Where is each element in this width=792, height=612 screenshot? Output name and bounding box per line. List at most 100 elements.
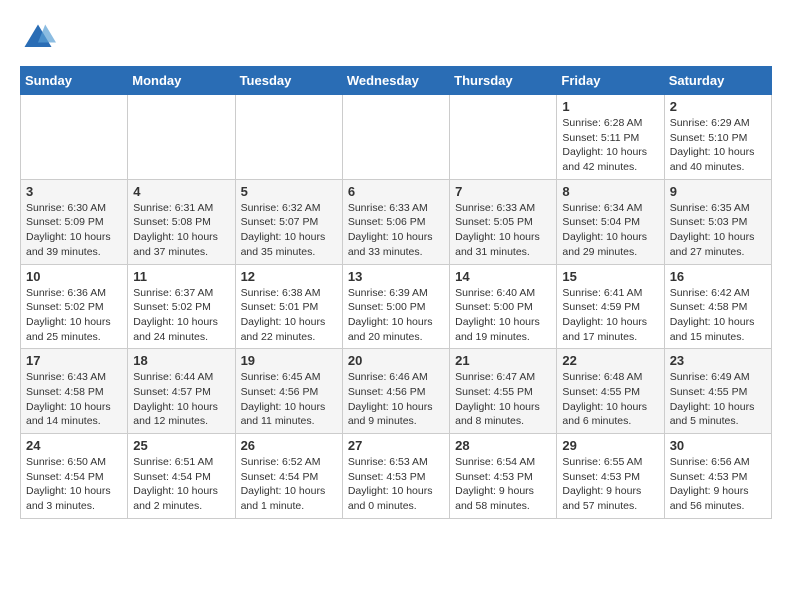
calendar-cell: 12 Sunrise: 6:38 AMSunset: 5:01 PMDayligh… xyxy=(235,264,342,349)
calendar-cell: 3 Sunrise: 6:30 AMSunset: 5:09 PMDaylight… xyxy=(21,179,128,264)
calendar-cell: 28 Sunrise: 6:54 AMSunset: 4:53 PMDayligh… xyxy=(450,434,557,519)
day-number: 21 xyxy=(455,353,551,368)
day-info: Sunrise: 6:29 AMSunset: 5:10 PMDaylight:… xyxy=(670,116,766,175)
day-number: 27 xyxy=(348,438,444,453)
day-info: Sunrise: 6:36 AMSunset: 5:02 PMDaylight:… xyxy=(26,286,122,345)
calendar-cell: 29Sunrise: 6:55 AMSunset: 4:53 PMDayligh… xyxy=(557,434,664,519)
day-info: Sunrise: 6:41 AMSunset: 4:59 PMDaylight:… xyxy=(562,286,658,345)
day-number: 28 xyxy=(455,438,551,453)
calendar: SundayMondayTuesdayWednesdayThursdayFrid… xyxy=(20,66,772,519)
day-info: Sunrise: 6:45 AMSunset: 4:56 PMDaylight:… xyxy=(241,370,337,429)
day-number: 8 xyxy=(562,184,658,199)
calendar-cell: 7Sunrise: 6:33 AMSunset: 5:05 PMDaylight… xyxy=(450,179,557,264)
weekday-header: Saturday xyxy=(664,67,771,95)
calendar-cell: 11 Sunrise: 6:37 AMSunset: 5:02 PMDayligh… xyxy=(128,264,235,349)
calendar-cell: 19 Sunrise: 6:45 AMSunset: 4:56 PMDayligh… xyxy=(235,349,342,434)
calendar-cell xyxy=(21,95,128,180)
calendar-week-row: 3 Sunrise: 6:30 AMSunset: 5:09 PMDaylight… xyxy=(21,179,772,264)
day-info: Sunrise: 6:34 AMSunset: 5:04 PMDaylight:… xyxy=(562,201,658,260)
day-info: Sunrise: 6:40 AMSunset: 5:00 PMDaylight:… xyxy=(455,286,551,345)
day-number: 3 xyxy=(26,184,122,199)
calendar-cell: 22 Sunrise: 6:48 AMSunset: 4:55 PMDayligh… xyxy=(557,349,664,434)
day-info: Sunrise: 6:37 AMSunset: 5:02 PMDaylight:… xyxy=(133,286,229,345)
calendar-cell: 30 Sunrise: 6:56 AMSunset: 4:53 PMDayligh… xyxy=(664,434,771,519)
day-info: Sunrise: 6:33 AMSunset: 5:06 PMDaylight:… xyxy=(348,201,444,260)
day-number: 20 xyxy=(348,353,444,368)
day-number: 12 xyxy=(241,269,337,284)
calendar-cell: 25 Sunrise: 6:51 AMSunset: 4:54 PMDayligh… xyxy=(128,434,235,519)
day-number: 7 xyxy=(455,184,551,199)
day-info: Sunrise: 6:46 AMSunset: 4:56 PMDaylight:… xyxy=(348,370,444,429)
calendar-cell: 9 Sunrise: 6:35 AMSunset: 5:03 PMDaylight… xyxy=(664,179,771,264)
logo xyxy=(20,20,62,56)
day-number: 14 xyxy=(455,269,551,284)
calendar-cell xyxy=(235,95,342,180)
calendar-cell: 1 Sunrise: 6:28 AMSunset: 5:11 PMDaylight… xyxy=(557,95,664,180)
day-number: 5 xyxy=(241,184,337,199)
day-number: 22 xyxy=(562,353,658,368)
day-number: 10 xyxy=(26,269,122,284)
weekday-header: Monday xyxy=(128,67,235,95)
calendar-cell: 17Sunrise: 6:43 AMSunset: 4:58 PMDayligh… xyxy=(21,349,128,434)
day-info: Sunrise: 6:47 AMSunset: 4:55 PMDaylight:… xyxy=(455,370,551,429)
day-info: Sunrise: 6:48 AMSunset: 4:55 PMDaylight:… xyxy=(562,370,658,429)
day-number: 19 xyxy=(241,353,337,368)
calendar-header-row: SundayMondayTuesdayWednesdayThursdayFrid… xyxy=(21,67,772,95)
calendar-cell: 10 Sunrise: 6:36 AMSunset: 5:02 PMDayligh… xyxy=(21,264,128,349)
day-number: 18 xyxy=(133,353,229,368)
day-info: Sunrise: 6:32 AMSunset: 5:07 PMDaylight:… xyxy=(241,201,337,260)
calendar-cell: 20 Sunrise: 6:46 AMSunset: 4:56 PMDayligh… xyxy=(342,349,449,434)
day-info: Sunrise: 6:53 AMSunset: 4:53 PMDaylight:… xyxy=(348,455,444,514)
calendar-cell xyxy=(128,95,235,180)
calendar-cell xyxy=(450,95,557,180)
calendar-cell: 13Sunrise: 6:39 AMSunset: 5:00 PMDayligh… xyxy=(342,264,449,349)
calendar-cell: 16 Sunrise: 6:42 AMSunset: 4:58 PMDayligh… xyxy=(664,264,771,349)
day-number: 15 xyxy=(562,269,658,284)
calendar-cell: 27 Sunrise: 6:53 AMSunset: 4:53 PMDayligh… xyxy=(342,434,449,519)
day-info: Sunrise: 6:54 AMSunset: 4:53 PMDaylight:… xyxy=(455,455,551,514)
calendar-cell xyxy=(342,95,449,180)
page-header xyxy=(20,20,772,56)
day-info: Sunrise: 6:38 AMSunset: 5:01 PMDaylight:… xyxy=(241,286,337,345)
calendar-cell: 2 Sunrise: 6:29 AMSunset: 5:10 PMDaylight… xyxy=(664,95,771,180)
day-number: 25 xyxy=(133,438,229,453)
day-number: 30 xyxy=(670,438,766,453)
day-info: Sunrise: 6:50 AMSunset: 4:54 PMDaylight:… xyxy=(26,455,122,514)
calendar-cell: 21 Sunrise: 6:47 AMSunset: 4:55 PMDayligh… xyxy=(450,349,557,434)
calendar-cell: 14 Sunrise: 6:40 AMSunset: 5:00 PMDayligh… xyxy=(450,264,557,349)
day-number: 16 xyxy=(670,269,766,284)
calendar-week-row: 1 Sunrise: 6:28 AMSunset: 5:11 PMDaylight… xyxy=(21,95,772,180)
calendar-cell: 23 Sunrise: 6:49 AMSunset: 4:55 PMDayligh… xyxy=(664,349,771,434)
calendar-cell: 18 Sunrise: 6:44 AMSunset: 4:57 PMDayligh… xyxy=(128,349,235,434)
weekday-header: Wednesday xyxy=(342,67,449,95)
calendar-week-row: 24 Sunrise: 6:50 AMSunset: 4:54 PMDayligh… xyxy=(21,434,772,519)
calendar-cell: 8 Sunrise: 6:34 AMSunset: 5:04 PMDaylight… xyxy=(557,179,664,264)
calendar-cell: 6 Sunrise: 6:33 AMSunset: 5:06 PMDaylight… xyxy=(342,179,449,264)
day-number: 1 xyxy=(562,99,658,114)
day-info: Sunrise: 6:35 AMSunset: 5:03 PMDaylight:… xyxy=(670,201,766,260)
day-info: Sunrise: 6:28 AMSunset: 5:11 PMDaylight:… xyxy=(562,116,658,175)
day-info: Sunrise: 6:31 AMSunset: 5:08 PMDaylight:… xyxy=(133,201,229,260)
day-info: Sunrise: 6:39 AMSunset: 5:00 PMDaylight:… xyxy=(348,286,444,345)
day-info: Sunrise: 6:42 AMSunset: 4:58 PMDaylight:… xyxy=(670,286,766,345)
day-info: Sunrise: 6:30 AMSunset: 5:09 PMDaylight:… xyxy=(26,201,122,260)
day-number: 23 xyxy=(670,353,766,368)
day-number: 9 xyxy=(670,184,766,199)
day-info: Sunrise: 6:49 AMSunset: 4:55 PMDaylight:… xyxy=(670,370,766,429)
logo-icon xyxy=(20,20,56,56)
day-number: 4 xyxy=(133,184,229,199)
day-number: 24 xyxy=(26,438,122,453)
day-info: Sunrise: 6:44 AMSunset: 4:57 PMDaylight:… xyxy=(133,370,229,429)
weekday-header: Tuesday xyxy=(235,67,342,95)
day-info: Sunrise: 6:56 AMSunset: 4:53 PMDaylight:… xyxy=(670,455,766,514)
day-info: Sunrise: 6:51 AMSunset: 4:54 PMDaylight:… xyxy=(133,455,229,514)
calendar-cell: 15 Sunrise: 6:41 AMSunset: 4:59 PMDayligh… xyxy=(557,264,664,349)
calendar-week-row: 17Sunrise: 6:43 AMSunset: 4:58 PMDayligh… xyxy=(21,349,772,434)
day-number: 6 xyxy=(348,184,444,199)
calendar-week-row: 10 Sunrise: 6:36 AMSunset: 5:02 PMDayligh… xyxy=(21,264,772,349)
day-info: Sunrise: 6:43 AMSunset: 4:58 PMDaylight:… xyxy=(26,370,122,429)
day-number: 2 xyxy=(670,99,766,114)
day-number: 11 xyxy=(133,269,229,284)
day-info: Sunrise: 6:52 AMSunset: 4:54 PMDaylight:… xyxy=(241,455,337,514)
weekday-header: Sunday xyxy=(21,67,128,95)
